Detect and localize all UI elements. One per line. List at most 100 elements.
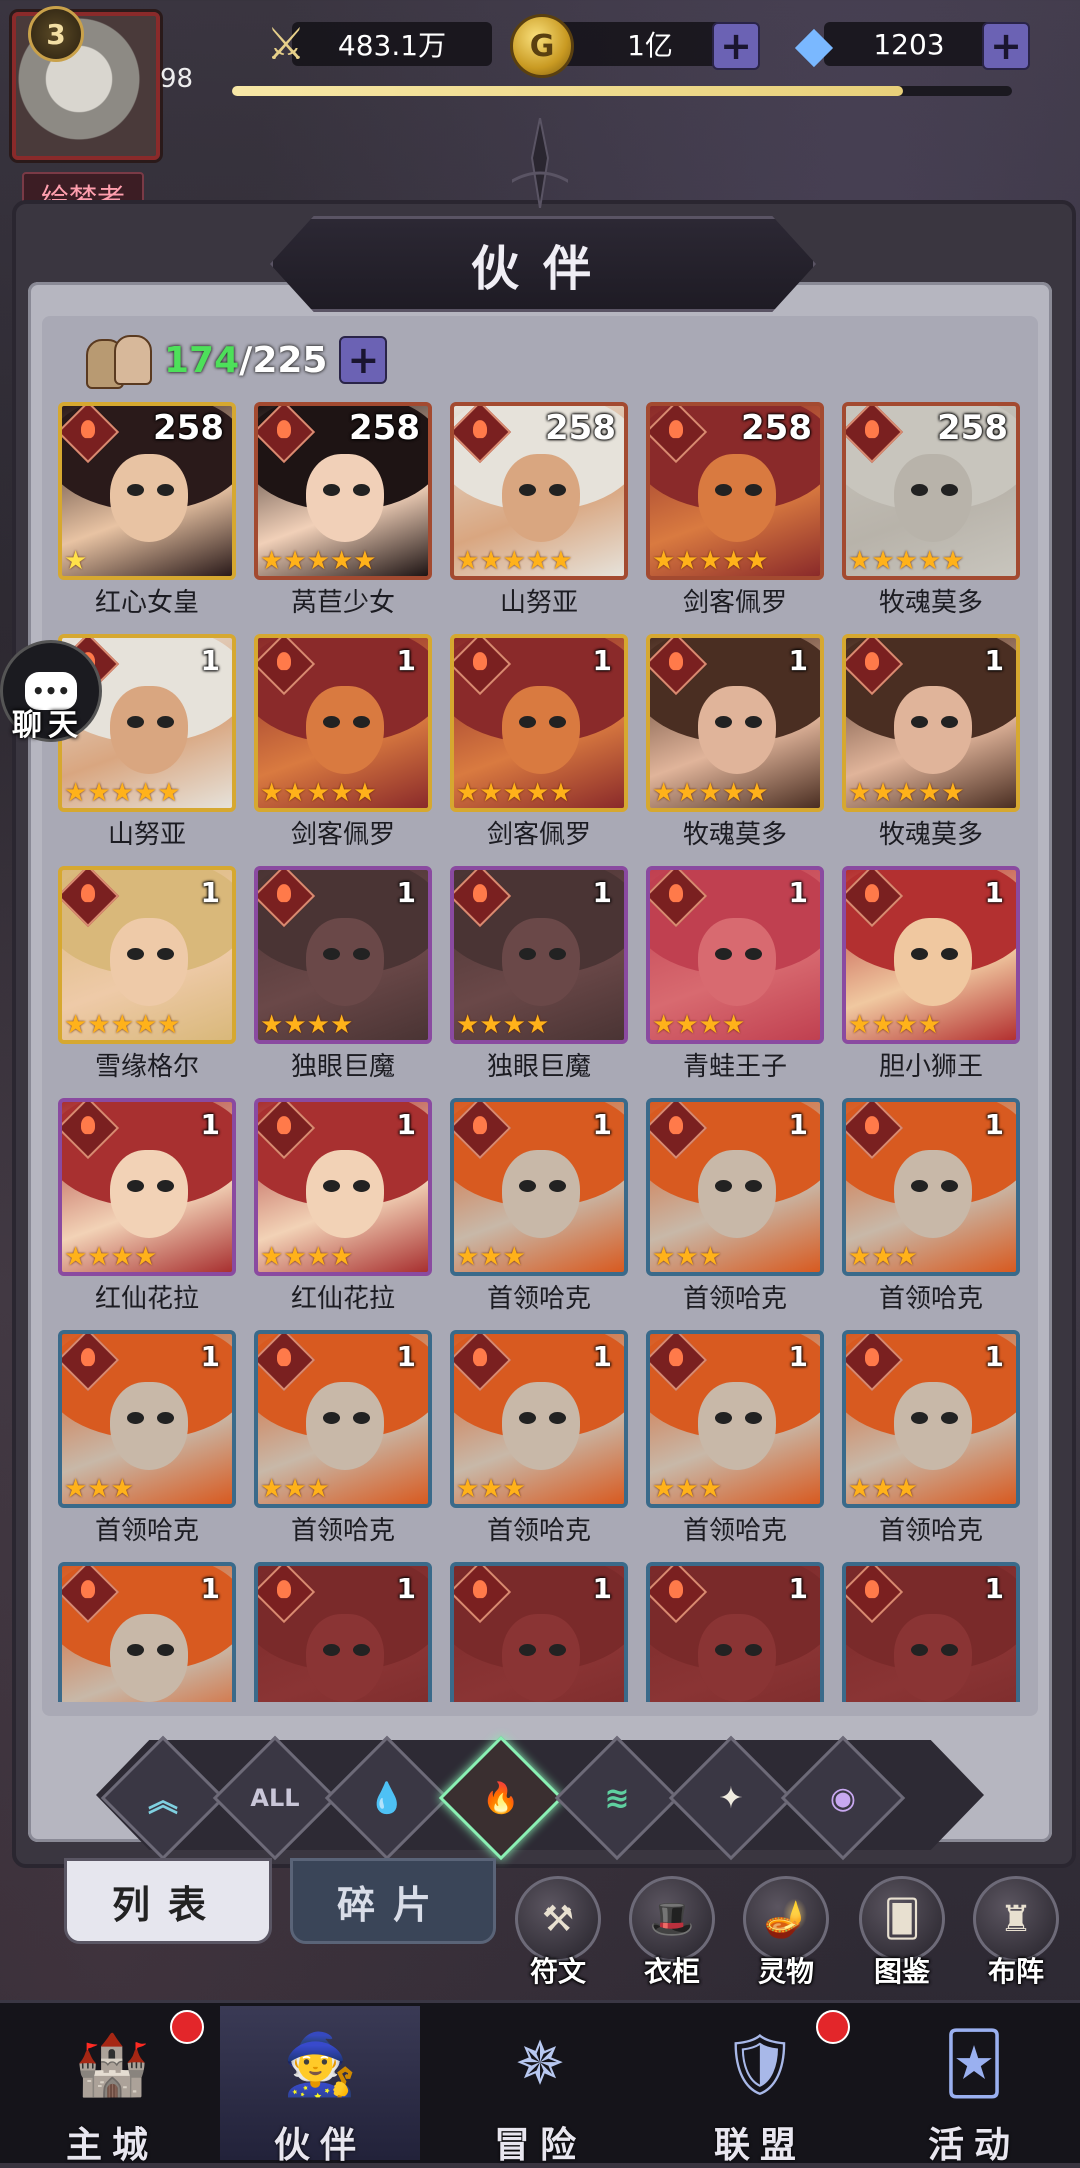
tab-fragments[interactable]: 碎片 — [290, 1858, 496, 1944]
hero-name: 首领哈克 — [878, 1516, 983, 1546]
hero-card[interactable]: 1 — [450, 1562, 628, 1702]
hero-card[interactable]: 1 ★ ★ ★ 首领哈克 — [646, 1330, 824, 1562]
hero-card[interactable]: 1 ★ ★ ★ ★ ★ 牧魂莫多 — [842, 634, 1020, 866]
star-icon: ★ — [652, 546, 676, 576]
star-icon: ★ — [848, 1242, 872, 1272]
power-value: 483.1万 — [292, 22, 492, 66]
runes-label: 符文 — [529, 1955, 586, 1988]
hero-card[interactable]: 1 ★ ★ ★ ★ 红仙花拉 — [58, 1098, 236, 1330]
hero-card[interactable]: 1 — [646, 1562, 824, 1702]
hero-card[interactable]: 258 ★ 红心女皇 — [58, 402, 236, 634]
hero-card[interactable]: 1 ★ ★ ★ ★ ★ 剑客佩罗 — [450, 634, 628, 866]
hero-card[interactable]: 1 ★ ★ ★ 首领哈克 — [842, 1098, 1020, 1330]
codex-button[interactable]: 🂠 图鉴 — [852, 1876, 952, 1988]
star-icon: ★ — [133, 1010, 158, 1040]
hero-portrait: 1 ★ ★ ★ ★ ★ — [254, 634, 432, 812]
hero-card[interactable]: 1 ★ ★ ★ ★ 青蛙王子 — [646, 866, 824, 1098]
nav-adventure[interactable]: ✵ 冒险 — [440, 2006, 640, 2166]
top-bar: 3 98 483.1万 ⚔ 1亿 G + 1203 ◆ + — [0, 0, 1080, 160]
star-icon: ★ — [848, 1474, 872, 1504]
fire-icon: 🔥 — [482, 1780, 520, 1816]
castle-icon: 🏰 — [74, 2029, 150, 2100]
star-icon: ★ — [848, 778, 872, 808]
spirit-items-button[interactable]: 🪔 灵物 — [736, 1876, 836, 1988]
hero-stars: ★ ★ ★ ★ — [848, 1012, 941, 1038]
wardrobe-label: 衣柜 — [643, 1955, 700, 1988]
star-icon: ★ — [894, 778, 918, 808]
hero-count-max: 225 — [252, 339, 328, 381]
hero-stars: ★ ★ ★ ★ — [260, 1012, 353, 1038]
star-icon: ★ — [917, 546, 942, 576]
runes-button[interactable]: ⚒ 符文 — [508, 1876, 608, 1988]
star-icon: ★ — [675, 1474, 699, 1504]
star-icon: ★ — [260, 1242, 284, 1272]
hero-card[interactable]: 1 — [58, 1562, 236, 1702]
hero-portrait: 1 — [58, 1562, 236, 1702]
hero-card[interactable]: 258 ★ ★ ★ ★ ★ 莴苣少女 — [254, 402, 432, 634]
hero-level: 1 — [592, 644, 612, 677]
hero-card[interactable]: 1 ★ ★ ★ ★ ★ 牧魂莫多 — [646, 634, 824, 866]
hero-card[interactable]: 1 ★ ★ ★ 首领哈克 — [450, 1098, 628, 1330]
tab-list[interactable]: 列表 — [64, 1858, 272, 1944]
hero-stars: ★ ★ ★ ★ ★ — [652, 780, 769, 806]
star-icon: ★ — [894, 546, 918, 576]
hero-stars: ★ — [64, 548, 87, 574]
hero-card[interactable]: 1 ★ ★ ★ ★ 胆小狮王 — [842, 866, 1020, 1098]
shield-icon: 🛡 — [721, 2029, 799, 2100]
hero-card[interactable]: 258 ★ ★ ★ ★ ★ 山努亚 — [450, 402, 628, 634]
hero-name: 首领哈克 — [290, 1516, 395, 1546]
hero-level: 1 — [396, 644, 416, 677]
star-icon: ★ — [894, 1010, 918, 1040]
hero-stars: ★ ★ ★ ★ ★ — [64, 780, 181, 806]
add-gem-button[interactable]: + — [982, 22, 1030, 70]
star-icon: ★ — [306, 778, 330, 808]
hero-card[interactable]: 1 — [254, 1562, 432, 1702]
star-icon: ★ — [502, 778, 526, 808]
hero-card[interactable]: 1 ★ ★ ★ ★ 独眼巨魔 — [450, 866, 628, 1098]
hero-portrait: 1 ★ ★ ★ ★ — [450, 866, 628, 1044]
hero-portrait: 1 ★ ★ ★ ★ ★ — [842, 634, 1020, 812]
star-icon: ★ — [133, 778, 158, 808]
star-icon: ★ — [894, 1474, 918, 1504]
gem-resource: 1203 ◆ — [784, 14, 994, 74]
hero-name: 牧魂莫多 — [682, 820, 787, 850]
hero-card[interactable]: 258 ★ ★ ★ ★ ★ 剑客佩罗 — [646, 402, 824, 634]
hero-card[interactable]: 1 ★ ★ ★ ★ ★ 雪缘格尔 — [58, 866, 236, 1098]
nav-events[interactable]: 🃏 活动 — [874, 2006, 1074, 2166]
star-icon: ★ — [721, 546, 746, 576]
add-gold-button[interactable]: + — [712, 22, 760, 70]
hero-card[interactable]: 1 ★ ★ ★ 首领哈克 — [842, 1330, 1020, 1562]
star-icon: ★ — [698, 1242, 722, 1272]
hero-level: 258 — [741, 408, 812, 448]
hero-portrait: 1 ★ ★ ★ — [842, 1330, 1020, 1508]
formation-button[interactable]: ♜ 布阵 — [966, 1876, 1066, 1988]
star-icon: ★ — [260, 1474, 284, 1504]
hero-card[interactable]: 1 ★ ★ ★ 首领哈克 — [450, 1330, 628, 1562]
hero-card[interactable]: 1 ★ ★ ★ 首领哈克 — [254, 1330, 432, 1562]
hero-name: 首领哈克 — [878, 1284, 983, 1314]
hero-card[interactable]: 1 ★ ★ ★ 首领哈克 — [646, 1098, 824, 1330]
hero-card[interactable]: 1 — [842, 1562, 1020, 1702]
hero-name: 首领哈克 — [486, 1284, 591, 1314]
hero-card[interactable]: 258 ★ ★ ★ ★ ★ 牧魂莫多 — [842, 402, 1020, 634]
hero-portrait: 1 ★ ★ ★ ★ — [842, 866, 1020, 1044]
star-icon: ★ — [721, 778, 746, 808]
hero-card[interactable]: 1 ★ ★ ★ ★ ★ 剑客佩罗 — [254, 634, 432, 866]
hero-level: 258 — [545, 408, 616, 448]
nav-partners[interactable]: 🧙 伙伴 — [220, 2006, 420, 2166]
hero-stars: ★ ★ ★ ★ ★ — [260, 780, 377, 806]
star-icon: ★ — [675, 778, 699, 808]
star-icon: ★ — [283, 1010, 307, 1040]
spirit-items-label: 灵物 — [757, 1955, 814, 1988]
expand-slots-button[interactable]: + — [339, 336, 388, 384]
hero-card[interactable]: 1 ★ ★ ★ ★ 独眼巨魔 — [254, 866, 432, 1098]
hero-stars: ★ ★ ★ ★ ★ — [456, 780, 573, 806]
hero-card[interactable]: 1 ★ ★ ★ 首领哈克 — [58, 1330, 236, 1562]
star-icon: ★ — [652, 1474, 676, 1504]
star-icon: ★ — [525, 546, 550, 576]
wardrobe-button[interactable]: 🎩 衣柜 — [622, 1876, 722, 1988]
hero-name: 莴苣少女 — [290, 588, 395, 618]
hero-level: 1 — [200, 1572, 220, 1605]
hero-card[interactable]: 1 ★ ★ ★ ★ 红仙花拉 — [254, 1098, 432, 1330]
hero-portrait: 1 ★ ★ ★ — [254, 1330, 432, 1508]
